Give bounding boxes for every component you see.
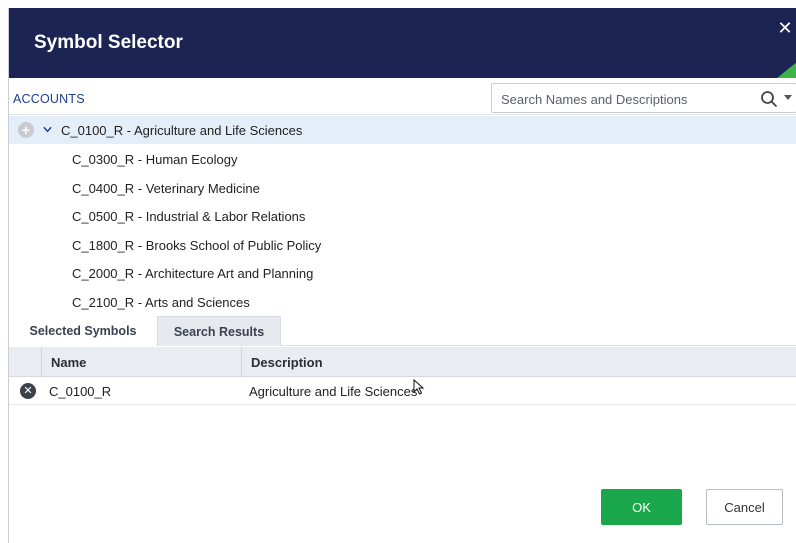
- dialog-header: Symbol Selector ✕: [9, 8, 796, 78]
- tree-item-label: C_0400_R - Veterinary Medicine: [72, 181, 260, 196]
- accounts-bar: ACCOUNTS: [9, 78, 796, 115]
- tree-item-label: C_0500_R - Industrial & Labor Relations: [72, 209, 306, 224]
- tree-item[interactable]: C_0500_R - Industrial & Labor Relations: [9, 202, 796, 230]
- top-strip: [0, 0, 796, 8]
- cancel-button[interactable]: Cancel: [706, 489, 783, 525]
- tree-item[interactable]: C_0400_R - Veterinary Medicine: [9, 174, 796, 202]
- column-divider: [41, 347, 42, 377]
- tree-item[interactable]: C_1800_R - Brooks School of Public Polic…: [9, 231, 796, 259]
- column-divider: [241, 347, 242, 377]
- dialog-title: Symbol Selector: [34, 32, 183, 53]
- tree-item[interactable]: + C_0100_R - Agriculture and Life Scienc…: [9, 116, 796, 144]
- accounts-label: ACCOUNTS: [13, 92, 85, 106]
- grid-header: Name Description: [9, 347, 796, 377]
- search-box[interactable]: [491, 83, 796, 113]
- search-input[interactable]: [501, 90, 741, 108]
- tree-item[interactable]: C_0300_R - Human Ecology: [9, 145, 796, 173]
- tree-item[interactable]: C_2100_R - Arts and Sciences: [9, 288, 796, 312]
- search-icon[interactable]: [760, 90, 778, 108]
- tab-search-results[interactable]: Search Results: [157, 316, 281, 346]
- ok-button[interactable]: OK: [601, 489, 682, 525]
- tree-item-label: C_1800_R - Brooks School of Public Polic…: [72, 238, 322, 253]
- row-description: Agriculture and Life Sciences: [249, 384, 418, 399]
- search-options-caret-icon[interactable]: [784, 95, 792, 100]
- tree-item[interactable]: C_2000_R - Architecture Art and Planning: [9, 259, 796, 287]
- chevron-down-icon[interactable]: [43, 125, 52, 134]
- remove-icon[interactable]: ✕: [20, 383, 36, 399]
- table-row[interactable]: ✕ C_0100_R Agriculture and Life Sciences: [9, 377, 796, 405]
- add-circle-icon[interactable]: +: [18, 122, 34, 138]
- close-icon[interactable]: ✕: [777, 19, 793, 37]
- column-header-name[interactable]: Name: [51, 355, 86, 370]
- tree-item-label: C_2100_R - Arts and Sciences: [72, 295, 250, 310]
- symbol-selector-dialog: Symbol Selector ✕ ACCOUNTS + C_0100_R - …: [8, 8, 796, 543]
- accounts-tree: + C_0100_R - Agriculture and Life Scienc…: [9, 116, 796, 312]
- row-name: C_0100_R: [49, 384, 112, 399]
- corner-accent: [777, 62, 796, 78]
- tree-item-label: C_0300_R - Human Ecology: [72, 152, 238, 167]
- column-header-description[interactable]: Description: [251, 355, 323, 370]
- tab-bar: Selected Symbols Search Results: [9, 312, 796, 346]
- tree-item-label: C_2000_R - Architecture Art and Planning: [72, 266, 314, 281]
- tab-selected-symbols[interactable]: Selected Symbols: [9, 316, 157, 346]
- tree-item-label: C_0100_R - Agriculture and Life Sciences: [61, 123, 303, 138]
- mouse-cursor-icon: [413, 379, 425, 395]
